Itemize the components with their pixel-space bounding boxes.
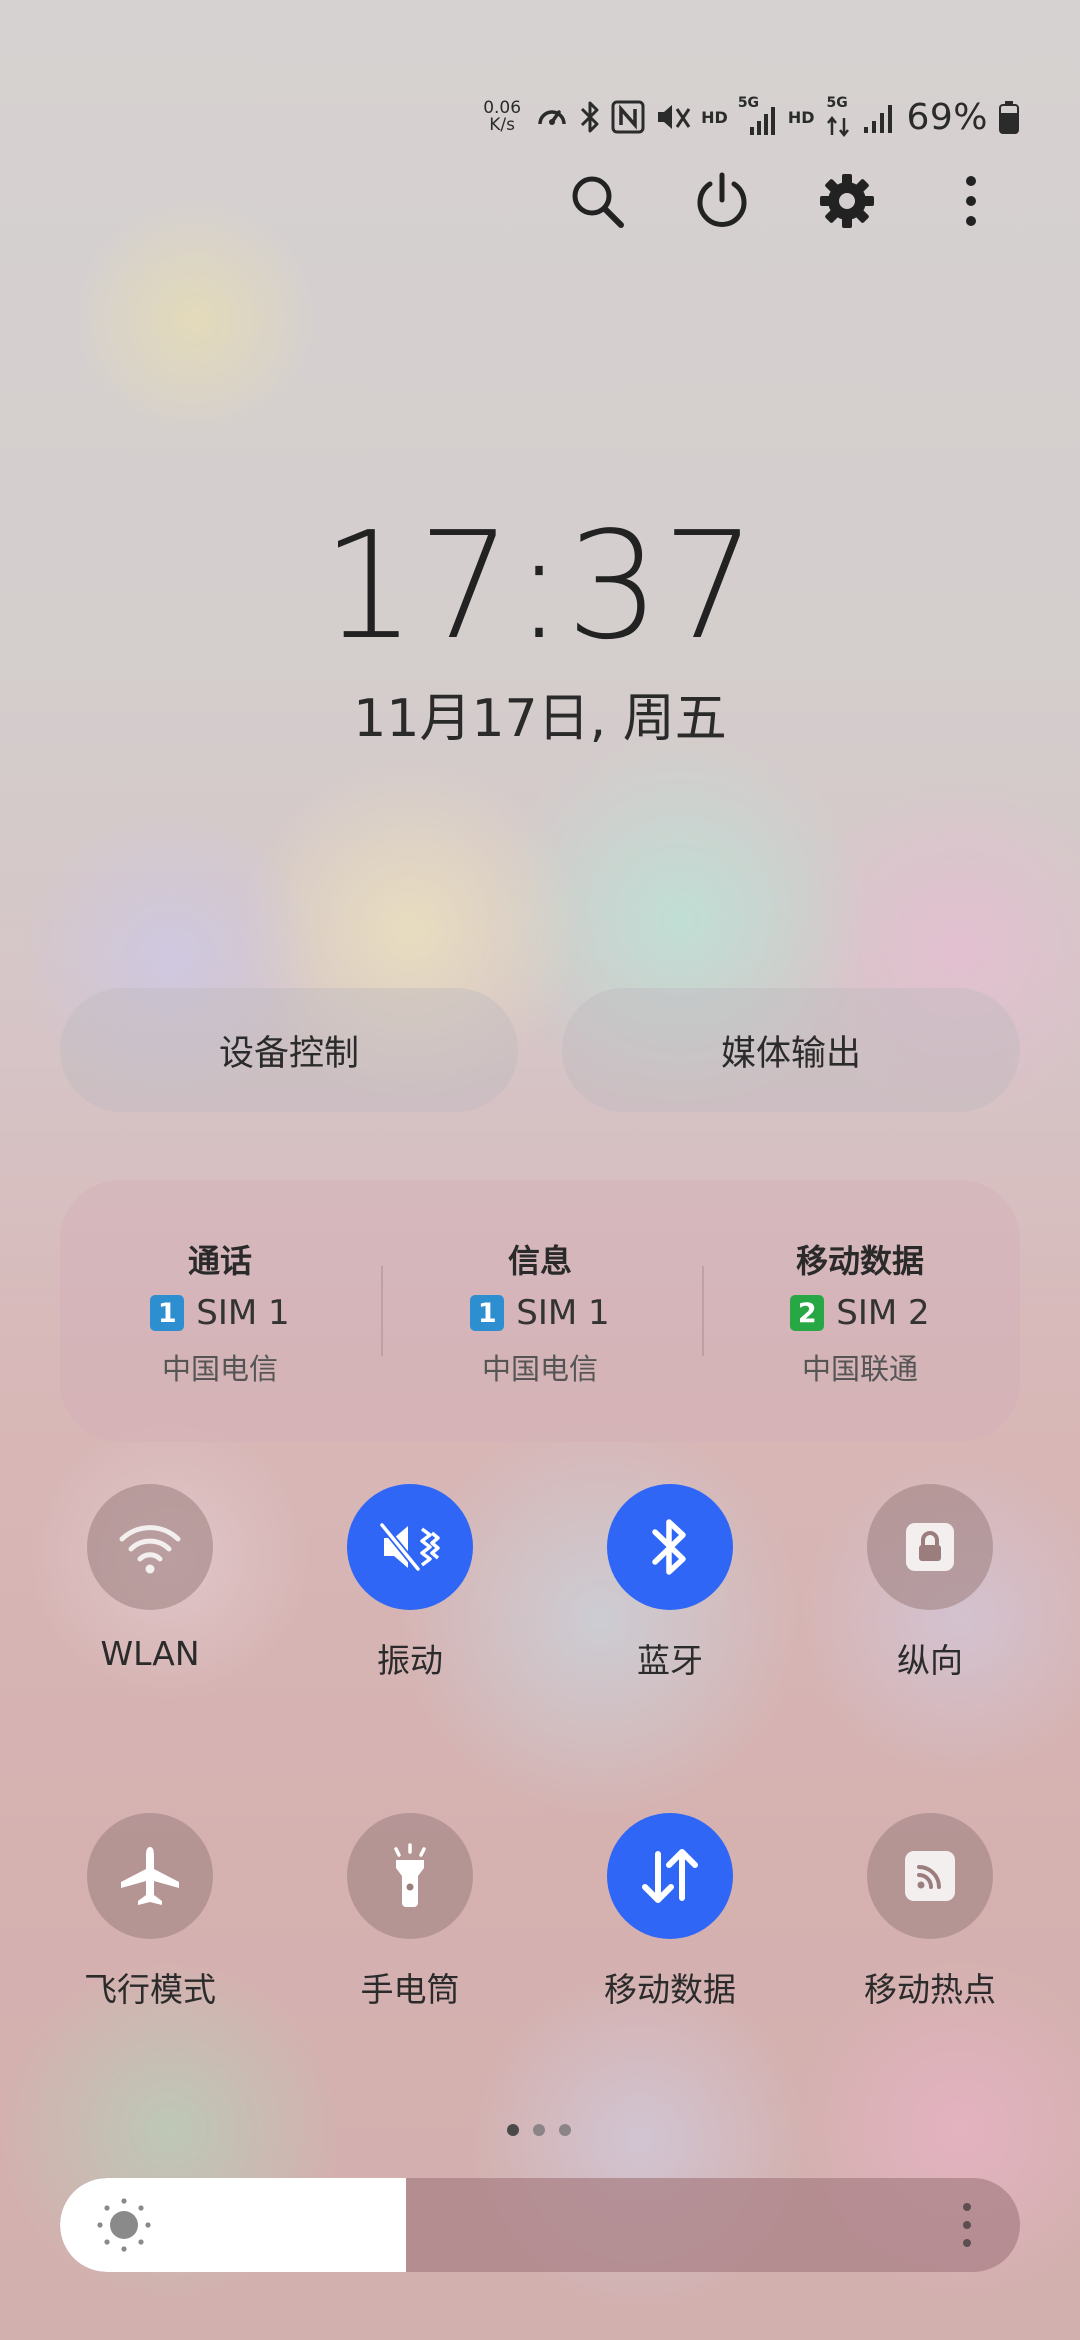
toggle-flashlight-button[interactable]	[347, 1813, 473, 1939]
battery-icon	[998, 95, 1020, 139]
page-dot-active[interactable]	[507, 2124, 519, 2136]
page-dot[interactable]	[533, 2124, 545, 2136]
sim-carrier: 中国联通	[801, 1352, 918, 1386]
power-button[interactable]	[689, 168, 755, 234]
sim-column-title: 通话	[187, 1242, 252, 1280]
toggle-flashlight[interactable]: 手电筒	[310, 1813, 510, 2011]
device-control-button[interactable]: 设备控制	[60, 988, 518, 1112]
brightness-more-icon[interactable]	[960, 2200, 974, 2254]
toggle-label: 振动	[377, 1641, 443, 1680]
toggle-bluetooth[interactable]: 蓝牙	[570, 1484, 770, 1682]
bluetooth-icon	[652, 1519, 686, 1575]
toggle-portrait[interactable]: 纵向	[830, 1484, 1030, 1682]
hotspot-icon	[905, 1851, 955, 1901]
toggle-mobile-data[interactable]: 移动数据	[570, 1813, 770, 2011]
signal-5g-data-icon: 5G	[824, 95, 852, 139]
toggle-airplane[interactable]: 飞行模式	[50, 1813, 250, 2011]
sim-name: SIM 1	[516, 1293, 610, 1333]
nfc-icon	[611, 95, 645, 139]
toggle-label: 移动热点	[864, 1970, 996, 2009]
toggle-portrait-button[interactable]	[867, 1484, 993, 1610]
toggle-vibrate-button[interactable]	[347, 1484, 473, 1610]
toggle-label: 手电筒	[360, 1970, 460, 2009]
more-vert-icon	[966, 176, 976, 226]
signal-5g-label-1: 5G	[737, 95, 760, 111]
hd-label-2: HD	[787, 107, 815, 127]
sim-carrier: 中国电信	[481, 1352, 598, 1386]
sim-column-messages[interactable]: 信息 1 SIM 1 中国电信	[380, 1180, 700, 1442]
toggle-wlan[interactable]: WLAN	[50, 1484, 250, 1673]
signal-icon: 5G	[738, 95, 778, 139]
mobile-data-icon	[642, 1849, 698, 1903]
settings-button[interactable]	[814, 168, 880, 234]
status-bar: 0.06 K/s HD 5G HD 5G 69%	[479, 92, 1020, 142]
bluetooth-icon	[579, 95, 601, 139]
sim-name: SIM 2	[836, 1293, 930, 1333]
speed-meter-icon	[535, 95, 569, 139]
brightness-slider[interactable]	[60, 2178, 1020, 2272]
portrait-lock-icon	[906, 1523, 954, 1571]
toggle-label: 飞行模式	[84, 1970, 216, 2009]
sim-badge: 1	[150, 1295, 185, 1331]
toggle-wlan-button[interactable]	[87, 1484, 213, 1610]
search-button[interactable]	[564, 168, 630, 234]
airplane-icon	[121, 1847, 179, 1905]
sim-panel[interactable]: 通话 1 SIM 1 中国电信 信息 1 SIM 1 中国电信 移动数据 2 S…	[60, 1180, 1020, 1442]
sim-column-mobile-data[interactable]: 移动数据 2 SIM 2 中国联通	[700, 1180, 1020, 1442]
sim-badge: 2	[790, 1295, 825, 1331]
sim-column-title: 移动数据	[795, 1242, 924, 1280]
battery-percent: 69%	[906, 96, 988, 138]
toggle-label: WLAN	[100, 1634, 200, 1673]
toggle-label: 蓝牙	[637, 1641, 703, 1680]
media-output-button[interactable]: 媒体输出	[562, 988, 1020, 1112]
vibrate-icon	[379, 1522, 440, 1572]
toggle-airplane-button[interactable]	[87, 1813, 213, 1939]
page-dot[interactable]	[559, 2124, 571, 2136]
wifi-icon	[119, 1525, 181, 1574]
signal-5g-label-2: 5G	[826, 95, 848, 111]
clock-date: 11月17日, 周五	[353, 689, 727, 749]
sim-column-title: 信息	[507, 1242, 572, 1280]
toggle-label: 纵向	[897, 1641, 963, 1680]
vibrate-mute-icon	[655, 95, 691, 139]
toggle-bluetooth-button[interactable]	[607, 1484, 733, 1610]
network-speed-unit: K/s	[489, 115, 515, 135]
sim-badge: 1	[470, 1295, 505, 1331]
brightness-sun-icon	[96, 2197, 152, 2257]
toggle-vibrate[interactable]: 振动	[310, 1484, 510, 1682]
settings-gear-icon	[820, 174, 874, 228]
toggle-hotspot-button[interactable]	[867, 1813, 993, 1939]
search-icon	[572, 176, 624, 228]
toggle-hotspot[interactable]: 移动热点	[830, 1813, 1030, 2011]
hd-label-1: HD	[701, 107, 728, 127]
clock-time: 17:37	[321, 500, 759, 672]
more-options-button[interactable]	[938, 168, 1004, 234]
toggle-mobile-data-button[interactable]	[607, 1813, 733, 1939]
flashlight-icon	[394, 1843, 426, 1907]
network-speed: 0.06 K/s	[479, 100, 525, 134]
power-icon	[697, 172, 747, 227]
sim-column-calls[interactable]: 通话 1 SIM 1 中国电信	[60, 1180, 380, 1442]
signal-icon-2	[862, 95, 896, 139]
toggle-label: 移动数据	[604, 1970, 736, 2009]
sim-name: SIM 1	[196, 1293, 290, 1333]
sim-carrier: 中国电信	[161, 1352, 278, 1386]
